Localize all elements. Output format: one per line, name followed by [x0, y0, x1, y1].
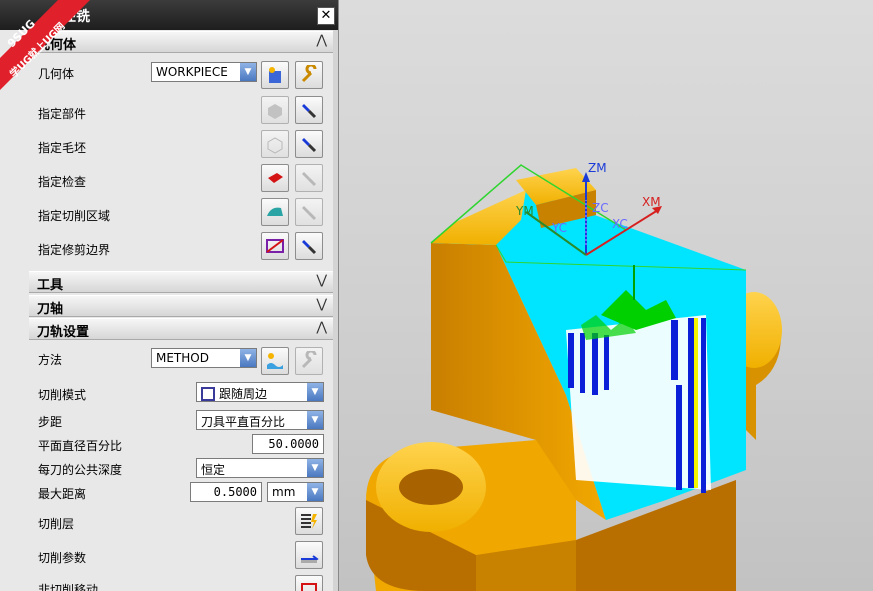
cutting-parameters-button[interactable] [295, 541, 323, 569]
new-geometry-button[interactable] [261, 61, 289, 89]
edit-geometry-button[interactable] [295, 61, 323, 89]
axis-label-xc: XC [612, 217, 628, 231]
cut-area-icon [267, 207, 283, 216]
axis-label-xm: XM [642, 195, 661, 209]
part-icon [268, 104, 282, 119]
cutting-parameters-label: 切削参数 [38, 551, 87, 565]
blank-icon [267, 137, 283, 154]
common-depth-value: 恒定 [201, 463, 226, 477]
new-method-button[interactable] [261, 347, 289, 375]
method-dropdown-value: METHOD [156, 351, 209, 365]
axis-label-zm: ZM [588, 161, 607, 175]
stepover-label: 步距 [38, 415, 63, 429]
specify-part-label: 指定部件 [38, 107, 87, 121]
specify-check-label: 指定检查 [38, 175, 87, 189]
close-button[interactable]: ✕ [317, 7, 335, 25]
geometry-dropdown-value: WORKPIECE [156, 65, 228, 79]
cut-levels-label: 切削层 [38, 517, 75, 531]
axis-label-ym: YM [515, 204, 534, 218]
section-path-settings-label: 刀轨设置 [37, 325, 90, 340]
stepover-value: 刀具平直百分比 [201, 415, 286, 429]
wrench-icon [301, 65, 317, 83]
chevron-down-icon: ▼ [307, 411, 323, 429]
specify-blank-label: 指定毛坯 [38, 141, 87, 155]
cutting-parameters-icon [301, 555, 319, 563]
wrench-icon [301, 351, 317, 369]
non-cutting-moves-icon [301, 583, 317, 591]
chevron-down-icon: ▼ [307, 483, 323, 501]
chevron-down-icon[interactable]: ⋁ [316, 297, 327, 312]
chevron-down-icon: ▼ [240, 63, 256, 81]
max-distance-value: 0.5000 [213, 485, 257, 499]
check-geometry-icon [268, 173, 283, 183]
display-cut-area-button[interactable] [295, 198, 323, 226]
new-geometry-icon [269, 67, 281, 83]
cut-levels-button[interactable] [295, 507, 323, 535]
flashlight-icon [302, 240, 317, 255]
common-depth-label: 每刀的公共深度 [38, 463, 123, 477]
percent-flat-diameter-input[interactable]: 50.0000 [252, 434, 324, 454]
max-distance-unit-value: mm [272, 485, 296, 499]
part-model-view: ZM XM YM ZC XC YC [366, 161, 782, 591]
section-tool-axis-label: 刀轴 [37, 302, 64, 317]
percent-flat-diameter-label: 平面直径百分比 [38, 439, 123, 453]
geometry-dropdown[interactable]: WORKPIECE ▼ [151, 62, 257, 82]
display-trim-boundary-button[interactable] [295, 232, 323, 260]
dialog-scrollbar[interactable] [333, 30, 338, 591]
chevron-down-icon[interactable]: ⋁ [316, 273, 327, 288]
chevron-down-icon: ▼ [240, 349, 256, 367]
chevron-up-icon[interactable]: ⋀ [316, 320, 327, 335]
method-label: 方法 [38, 353, 63, 367]
new-method-icon [267, 353, 283, 369]
select-cut-area-button[interactable] [261, 198, 289, 226]
display-check-button[interactable] [295, 164, 323, 192]
non-cutting-moves-label: 非切削移动 [38, 583, 99, 591]
cut-levels-icon [301, 514, 317, 529]
chevron-down-icon: ▼ [307, 459, 323, 477]
max-distance-label: 最大距离 [38, 487, 87, 501]
max-distance-unit-dropdown[interactable]: mm ▼ [267, 482, 324, 502]
chevron-down-icon: ▼ [307, 383, 323, 401]
specify-cut-area-label: 指定切削区域 [38, 209, 111, 223]
select-part-button[interactable] [261, 96, 289, 124]
flashlight-icon [302, 206, 317, 221]
axis-label-yc: YC [551, 221, 567, 235]
select-trim-boundary-button[interactable] [261, 232, 289, 260]
chevron-up-icon[interactable]: ⋀ [316, 33, 327, 48]
non-cutting-moves-button[interactable] [295, 575, 323, 591]
section-tool-axis-header[interactable]: 刀轴 ⋁ [29, 295, 333, 317]
section-tool-header[interactable]: 工具 ⋁ [29, 271, 333, 293]
common-depth-dropdown[interactable]: 恒定 ▼ [196, 458, 324, 478]
cut-pattern-dropdown[interactable]: 跟随周边 ▼ [196, 382, 324, 402]
axis-label-zc: ZC [592, 201, 609, 215]
specify-trim-boundary-label: 指定修剪边界 [38, 243, 111, 257]
display-part-button[interactable] [295, 96, 323, 124]
method-dropdown[interactable]: METHOD ▼ [151, 348, 257, 368]
cut-pattern-label: 切削模式 [38, 388, 87, 402]
flashlight-icon [302, 172, 317, 187]
flashlight-icon [302, 138, 317, 153]
follow-periphery-icon [201, 387, 215, 401]
section-path-settings-header[interactable]: 刀轨设置 ⋀ [29, 318, 333, 340]
select-check-button[interactable] [261, 164, 289, 192]
graphics-viewport[interactable]: ZM XM YM ZC XC YC [336, 0, 873, 591]
percent-flat-diameter-value: 50.0000 [268, 437, 319, 451]
edit-method-button[interactable] [295, 347, 323, 375]
cut-pattern-value: 跟随周边 [219, 387, 268, 401]
watermark-logo: 9SUG 学UG就上UG网 [0, 0, 90, 90]
section-tool-label: 工具 [37, 278, 64, 293]
max-distance-input[interactable]: 0.5000 [190, 482, 262, 502]
flashlight-icon [302, 104, 317, 119]
display-blank-button[interactable] [295, 130, 323, 158]
select-blank-button[interactable] [261, 130, 289, 158]
trim-boundary-icon [266, 239, 284, 253]
stepover-dropdown[interactable]: 刀具平直百分比 ▼ [196, 410, 324, 430]
